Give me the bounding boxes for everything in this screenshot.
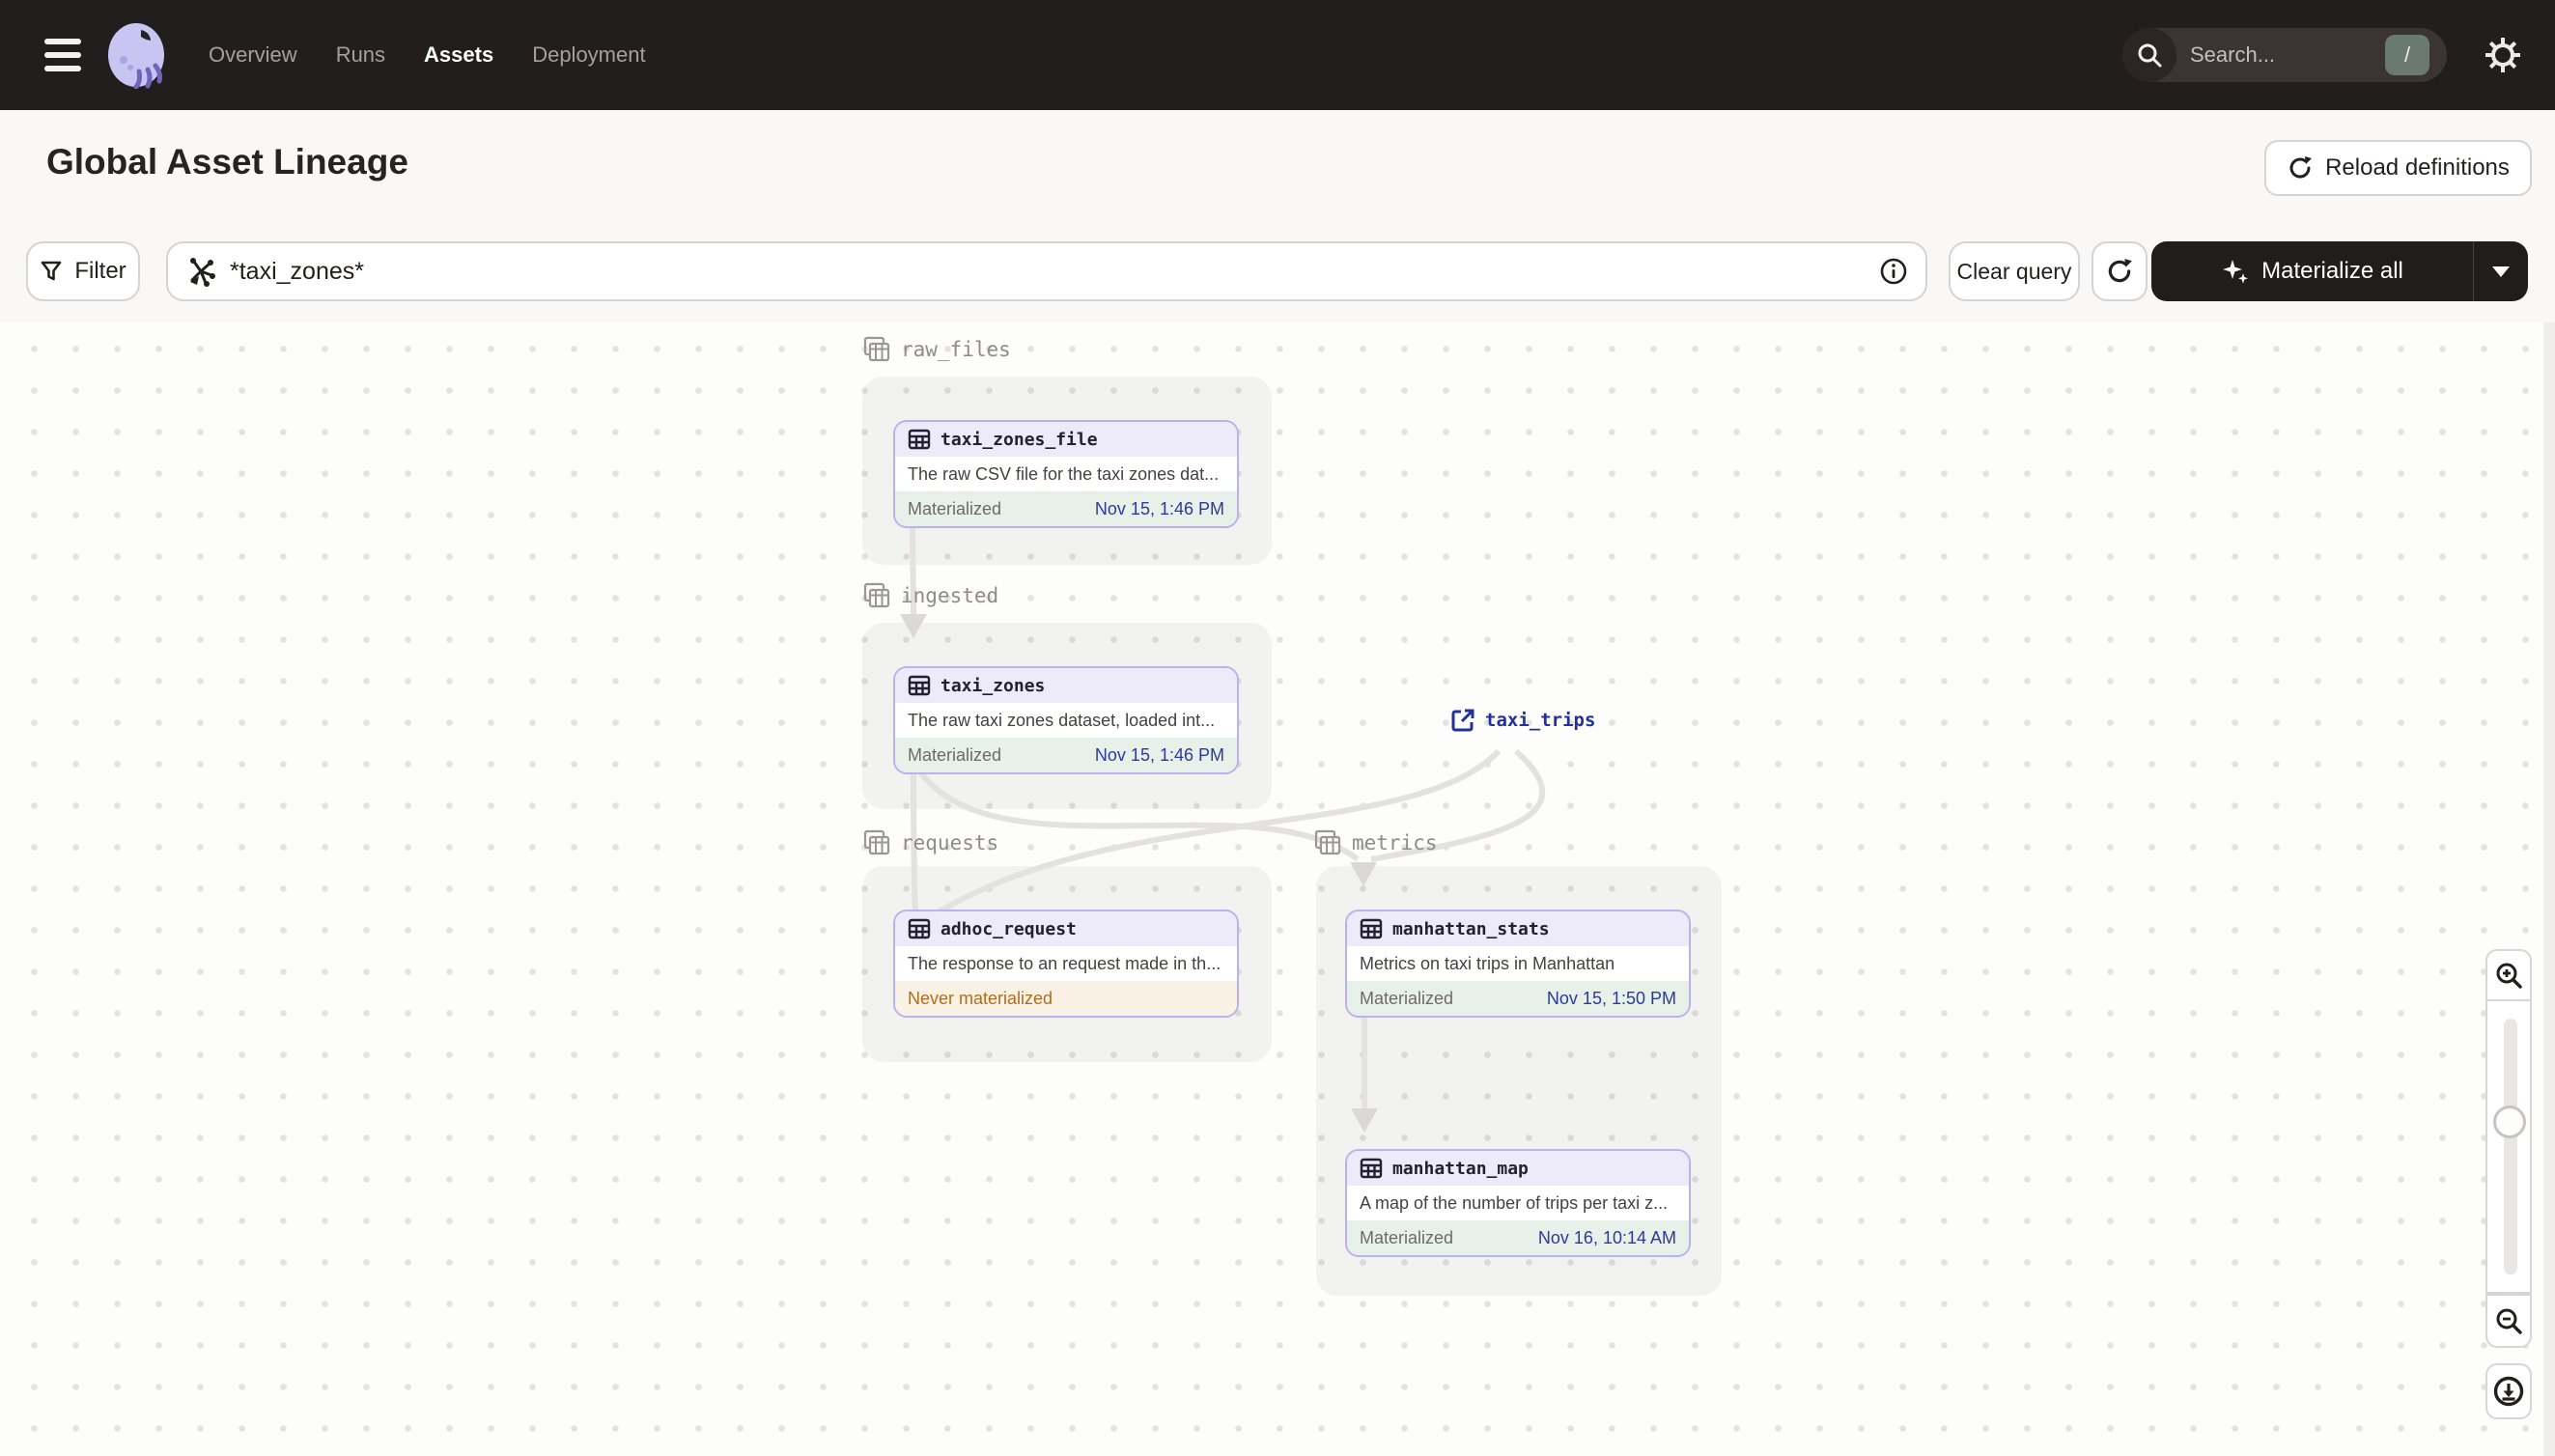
- lineage-canvas[interactable]: raw_files ingested requests metrics taxi…: [0, 322, 2555, 1456]
- materialize-all-split-button: Materialize all: [2151, 241, 2528, 301]
- asset-selector-icon: [190, 258, 215, 287]
- dagster-logo[interactable]: [104, 21, 170, 90]
- external-link-icon: [1451, 709, 1474, 732]
- table-icon: [1360, 1158, 1383, 1179]
- query-info-icon[interactable]: [1879, 257, 1908, 286]
- asset-name: taxi_zones: [941, 675, 1046, 696]
- asset-selection-input[interactable]: [166, 241, 1927, 301]
- asset-description: The response to an request made in th...: [895, 946, 1237, 981]
- search-shortcut-badge: /: [2385, 35, 2429, 75]
- asset-description: Metrics on taxi trips in Manhattan: [1347, 946, 1689, 981]
- materialization-time[interactable]: Nov 15, 1:46 PM: [1095, 499, 1224, 519]
- page-title: Global Asset Lineage: [46, 142, 408, 182]
- status-label: Materialized: [908, 744, 1002, 765]
- materialization-time[interactable]: Nov 15, 1:46 PM: [1095, 745, 1224, 766]
- scrollbar-gutter: [2543, 322, 2555, 1456]
- status-label: Never materialized: [908, 988, 1053, 1008]
- nav-item-runs[interactable]: Runs: [336, 42, 385, 68]
- zoom-out-icon: [2496, 1308, 2522, 1334]
- clear-query-button[interactable]: Clear query: [1949, 241, 2080, 301]
- asset-name: manhattan_stats: [1392, 918, 1550, 939]
- materialization-time[interactable]: Nov 16, 10:14 AM: [1538, 1228, 1676, 1248]
- group-label-requests: requests: [862, 828, 998, 857]
- status-label: Materialized: [1360, 1227, 1454, 1247]
- group-label-ingested: ingested: [862, 581, 998, 610]
- zoom-slider-thumb[interactable]: [2493, 1106, 2526, 1138]
- asset-name: adhoc_request: [941, 918, 1077, 939]
- materialize-dropdown-button[interactable]: [2474, 241, 2528, 301]
- download-icon: [2493, 1376, 2524, 1407]
- table-icon: [908, 429, 931, 450]
- download-view-button[interactable]: [2485, 1363, 2532, 1419]
- asset-description: The raw CSV file for the taxi zones dat.…: [895, 457, 1237, 491]
- materialization-time[interactable]: Nov 15, 1:50 PM: [1547, 989, 1676, 1009]
- lineage-toolbar: Filter Clear query: [0, 214, 2555, 322]
- asset-description: A map of the number of trips per taxi z.…: [1347, 1186, 1689, 1220]
- zoom-in-button[interactable]: [2485, 949, 2532, 1001]
- status-label: Materialized: [1360, 988, 1454, 1008]
- group-tables-icon: [863, 336, 890, 362]
- table-icon: [1360, 918, 1383, 939]
- asset-description: The raw taxi zones dataset, loaded int..…: [895, 703, 1237, 738]
- lineage-edges: [900, 523, 1545, 1133]
- reload-icon: [2289, 156, 2313, 179]
- asset-node-taxi-zones[interactable]: taxi_zones The raw taxi zones dataset, l…: [893, 666, 1239, 774]
- asset-node-adhoc-request[interactable]: adhoc_request The response to an request…: [893, 910, 1239, 1018]
- search-icon: [2122, 28, 2176, 82]
- asset-node-taxi-zones-file[interactable]: taxi_zones_file The raw CSV file for the…: [893, 420, 1239, 528]
- nav-item-deployment[interactable]: Deployment: [532, 42, 645, 68]
- sparkles-icon: [2223, 260, 2249, 284]
- refresh-icon: [2108, 259, 2132, 283]
- zoom-out-button[interactable]: [2485, 1294, 2532, 1348]
- table-icon: [908, 918, 931, 939]
- external-asset-taxi-trips[interactable]: taxi_trips: [1450, 708, 1595, 733]
- asset-node-manhattan-stats[interactable]: manhattan_stats Metrics on taxi trips in…: [1345, 910, 1691, 1018]
- filter-button[interactable]: Filter: [26, 241, 140, 301]
- group-label-raw-files: raw_files: [862, 335, 1011, 364]
- zoom-in-icon: [2496, 963, 2522, 989]
- zoom-slider-track[interactable]: [2493, 1019, 2526, 1274]
- table-icon: [908, 675, 931, 696]
- search-input[interactable]: [2190, 42, 2335, 68]
- nav-links: Overview Runs Assets Deployment: [209, 0, 646, 110]
- nav-item-assets[interactable]: Assets: [424, 42, 493, 68]
- asset-selection-value[interactable]: [230, 257, 1879, 286]
- status-label: Materialized: [908, 498, 1002, 518]
- group-label-metrics: metrics: [1313, 828, 1438, 857]
- chevron-down-icon: [2492, 266, 2510, 277]
- asset-name: manhattan_map: [1392, 1158, 1529, 1179]
- materialize-all-button[interactable]: Materialize all: [2151, 241, 2474, 301]
- hamburger-menu-icon[interactable]: [44, 35, 83, 75]
- page-header: Global Asset Lineage Reload definitions: [0, 110, 2555, 214]
- zoom-slider: [2485, 1001, 2532, 1294]
- reload-definitions-button[interactable]: Reload definitions: [2264, 140, 2532, 196]
- settings-gear-icon[interactable]: [2484, 36, 2522, 74]
- refresh-button[interactable]: [2092, 241, 2148, 301]
- search-bar[interactable]: /: [2122, 28, 2447, 82]
- asset-name: taxi_zones_file: [941, 429, 1098, 450]
- top-nav: Overview Runs Assets Deployment /: [0, 0, 2555, 110]
- filter-funnel-icon: [42, 261, 62, 281]
- nav-item-overview[interactable]: Overview: [209, 42, 297, 68]
- asset-node-manhattan-map[interactable]: manhattan_map A map of the number of tri…: [1345, 1149, 1691, 1257]
